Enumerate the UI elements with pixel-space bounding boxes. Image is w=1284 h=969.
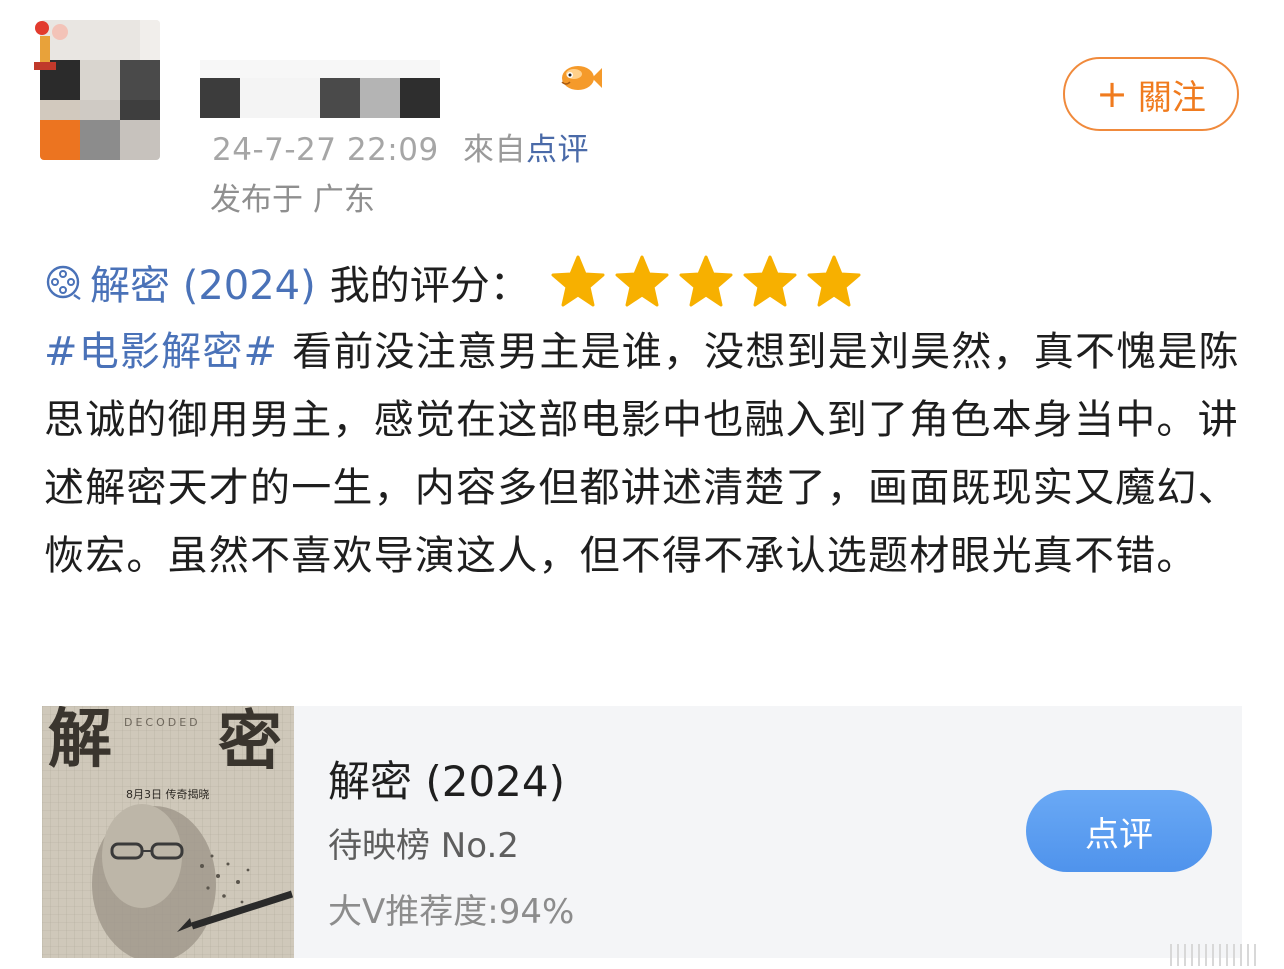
- card-rank: 待映榜 No.2: [328, 826, 519, 866]
- rating-line: 解密 (2024) 我的评分：: [44, 252, 870, 312]
- film-reel-icon: [46, 265, 81, 300]
- star-icon: [743, 255, 797, 307]
- poster-title-char-2: 密: [218, 706, 282, 779]
- poster-release: 8月3日 传奇揭晓: [126, 788, 210, 801]
- poster-title-char-1: 解: [48, 706, 112, 777]
- rating-stars: [550, 254, 870, 310]
- source-link[interactable]: 点评: [526, 132, 589, 168]
- badge-icon: [34, 21, 68, 70]
- poster-english-title: DECODED: [124, 716, 201, 729]
- user-name-redacted[interactable]: [200, 60, 460, 130]
- movie-card[interactable]: 解 密 DECODED 8月3日 传奇揭晓 解密 (2024) 待映榜 No.2…: [42, 706, 1242, 958]
- post-location: 发布于 广东: [210, 182, 375, 218]
- post-meta: 24-7-27 22:09 來自点评: [212, 124, 589, 169]
- rating-label: 我的评分：: [329, 263, 530, 309]
- card-recommend: 大V推荐度:94%: [328, 892, 575, 932]
- follow-label: 關注: [1137, 77, 1206, 118]
- follow-button[interactable]: + 關注: [1063, 57, 1239, 131]
- plus-icon: +: [1096, 72, 1128, 116]
- star-icon: [679, 255, 733, 307]
- review-button[interactable]: 点评: [1026, 790, 1212, 872]
- card-title: 解密 (2024): [328, 757, 566, 806]
- movie-poster[interactable]: 解 密 DECODED 8月3日 传奇揭晓: [42, 706, 294, 958]
- star-icon: [807, 255, 861, 307]
- hashtag-link[interactable]: #电影解密#: [44, 329, 278, 375]
- member-fish-icon: [561, 66, 602, 90]
- movie-link[interactable]: 解密 (2024): [90, 253, 316, 311]
- post-body: #电影解密# 看前没注意男主是谁，没想到是刘昊然，真不愧是陈思诚的御用男主，感觉…: [44, 318, 1244, 590]
- weibo-post-screen: 24-7-27 22:09 來自点评 发布于 广东 + 關注 解密 (2024)…: [0, 0, 1284, 969]
- star-icon: [551, 255, 605, 307]
- post-time: 24-7-27 22:09: [212, 132, 439, 168]
- watermark-bars: [1170, 944, 1261, 966]
- source-prefix: 來自: [463, 132, 527, 168]
- star-icon: [615, 255, 669, 307]
